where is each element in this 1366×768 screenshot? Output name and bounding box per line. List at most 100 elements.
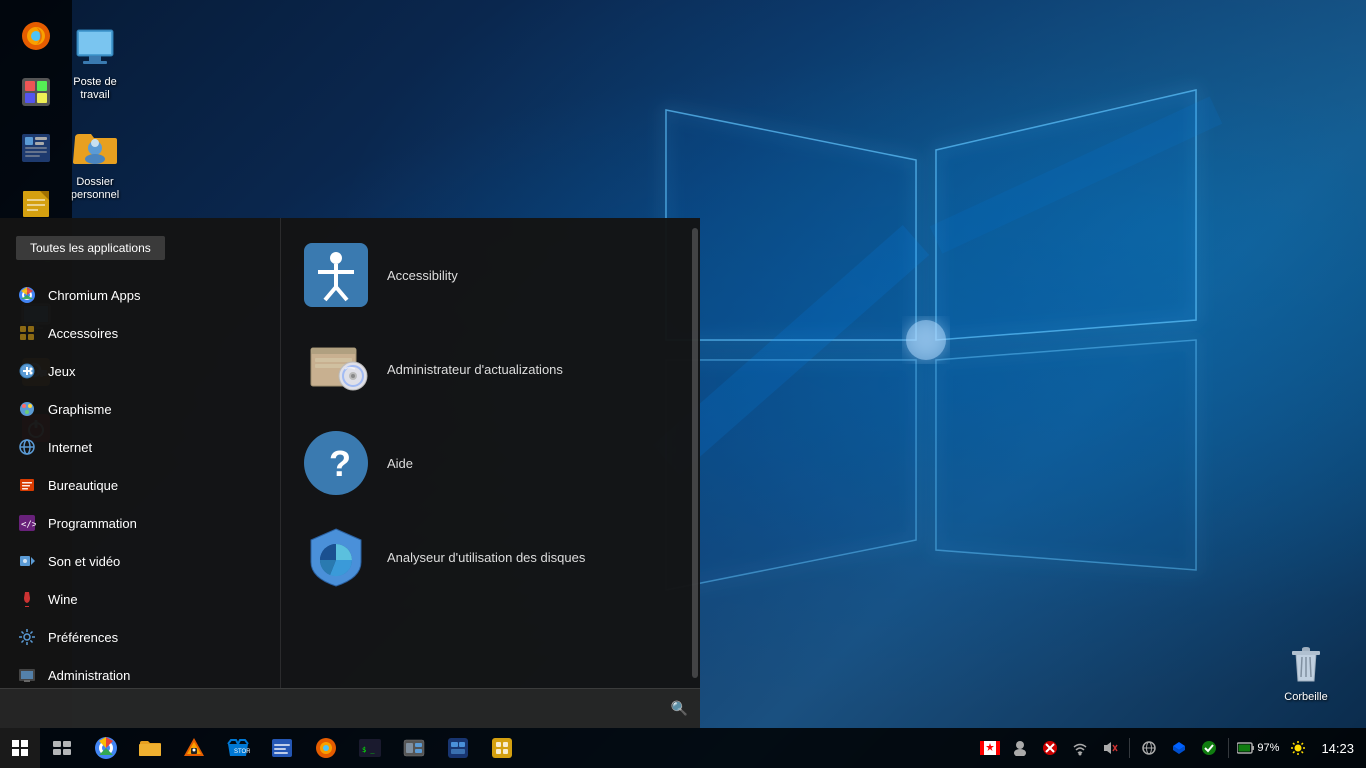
taskbar-app-firefox[interactable] [304,728,348,768]
category-label-preferences: Préférences [48,630,118,645]
administration-icon [16,664,38,686]
category-jeux[interactable]: Jeux [0,352,280,390]
svg-text:</>: </> [21,520,36,530]
terminal-icon: $ _ [358,736,382,760]
category-label-accessoires: Accessoires [48,326,118,341]
app-entry-aide[interactable]: ? Aide [281,416,700,510]
tray-check-icon[interactable] [1194,728,1224,768]
analyseur-app-icon [301,522,371,592]
tray-brightness-icon[interactable] [1283,728,1313,768]
tray-flag-icon[interactable] [975,728,1005,768]
app-entry-accessibility[interactable]: Accessibility [281,228,700,322]
aide-app-icon: ? [301,428,371,498]
task-view-icon [52,738,72,758]
taskbar-app-file-browser[interactable] [260,728,304,768]
sidebar-icon-firefox[interactable] [10,10,62,62]
tray-error-icon[interactable] [1035,728,1065,768]
category-label-programmation: Programmation [48,516,137,531]
taskbar-clock[interactable]: 14:23 [1313,728,1362,768]
category-label-graphisme: Graphisme [48,402,112,417]
category-label-chromium-apps: Chromium Apps [48,288,140,303]
taskbar: STORE [0,728,1366,768]
recycle-bin-icon [1282,639,1330,687]
error-icon [1042,740,1058,756]
category-accessoires[interactable]: Accessoires [0,314,280,352]
chromium-icon [94,736,118,760]
taskbar-app-thunar[interactable] [392,728,436,768]
category-administration[interactable]: Administration [0,656,280,688]
tray-dropbox-icon[interactable] [1164,728,1194,768]
category-graphisme[interactable]: Graphisme [0,390,280,428]
tray-wifi-icon[interactable] [1065,728,1095,768]
taskbar-app-extra[interactable] [480,728,524,768]
thunar-icon [402,736,426,760]
desktop-icon-recycle-bin[interactable]: Corbeille [1266,635,1346,708]
taskbar-system-tray: 97% 14:23 [975,728,1366,768]
taskbar-app-terminal[interactable]: $ _ [348,728,392,768]
canadian-flag-icon [980,741,1000,755]
taskbar-app-virtualbox[interactable] [436,728,480,768]
accessoires-icon [16,322,38,344]
start-search-input[interactable] [12,697,671,720]
taskbar-app-store[interactable]: STORE [216,728,260,768]
dropbox-icon [1171,740,1187,756]
svg-text:$ _: $ _ [362,746,375,754]
all-apps-button[interactable]: Toutes les applications [16,236,165,260]
start-menu-search: 🔍 [0,688,700,728]
computer-icon [71,24,119,72]
category-internet[interactable]: Internet [0,428,280,466]
category-programmation[interactable]: </> Programmation [0,504,280,542]
virtualbox-icon [446,736,470,760]
sidebar-icon-manager[interactable] [10,122,62,174]
start-button[interactable] [0,728,40,768]
taskbar-app-chromium[interactable] [84,728,128,768]
wine-icon [16,588,38,610]
category-label-bureautique: Bureautique [48,478,118,493]
tray-audio-mute-icon[interactable] [1095,728,1125,768]
app-entry-label-aide: Aide [387,456,413,471]
category-wine[interactable]: Wine [0,580,280,618]
app-entry-admin-actu[interactable]: Administrateur d'actualizations [281,322,700,416]
app-entry-label-analyseur: Analyseur d'utilisation des disques [387,550,585,565]
category-bureautique[interactable]: Bureautique [0,466,280,504]
user-icon [1012,740,1028,756]
tray-network-icon[interactable] [1134,728,1164,768]
start-menu-apps: Accessibility [280,218,700,688]
taskbar-app-file-manager[interactable] [128,728,172,768]
category-label-wine: Wine [48,592,78,607]
wifi-icon [1072,740,1088,756]
file-browser-icon [270,736,294,760]
category-son-video[interactable]: Son et vidéo [0,542,280,580]
taskbar-app-task-view[interactable] [40,728,84,768]
bureautique-icon [16,474,38,496]
folder-user-icon [71,124,119,172]
app-entry-label-accessibility: Accessibility [387,268,458,283]
start-menu: Toutes les applications Chr [0,218,700,728]
tray-user-icon[interactable] [1005,728,1035,768]
programmation-icon: </> [16,512,38,534]
scroll-indicator [692,228,698,678]
admin-actu-app-icon [301,334,371,404]
son-video-icon [16,550,38,572]
search-icon: 🔍 [671,700,688,717]
network-icon [1141,740,1157,756]
category-label-internet: Internet [48,440,92,455]
category-label-jeux: Jeux [48,364,75,379]
tray-battery-icon[interactable]: 97% [1233,728,1283,768]
vlc-icon [182,736,206,760]
category-label-son-video: Son et vidéo [48,554,120,569]
windows-start-icon [11,739,29,757]
start-menu-body: Toutes les applications Chr [0,218,700,688]
app-entry-analyseur[interactable]: Analyseur d'utilisation des disques [281,510,700,604]
windows-logo [616,60,1266,660]
taskbar-app-vlc[interactable] [172,728,216,768]
sidebar-icon-store[interactable] [10,66,62,118]
category-preferences[interactable]: Préférences [0,618,280,656]
start-menu-categories: Toutes les applications Chr [0,218,280,688]
jeux-icon [16,360,38,382]
svg-text:STORE: STORE [234,749,250,755]
brightness-icon [1290,740,1306,756]
category-chromium-apps[interactable]: Chromium Apps [0,276,280,314]
file-manager-icon [138,736,162,760]
category-label-administration: Administration [48,668,130,683]
